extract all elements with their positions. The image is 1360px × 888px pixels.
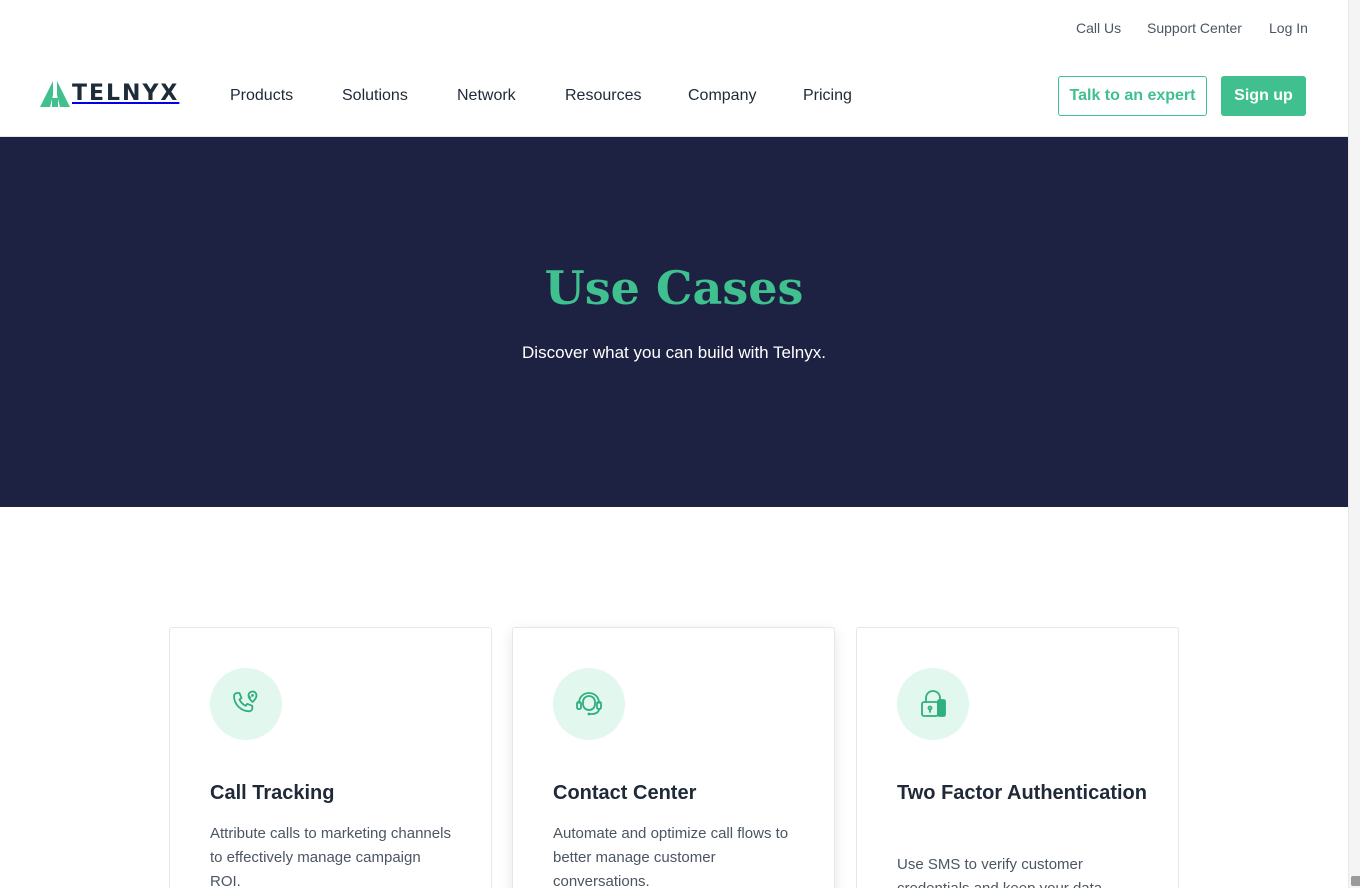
nav-solutions[interactable]: Solutions — [342, 87, 408, 105]
nav-resources[interactable]: Resources — [565, 87, 641, 105]
main-header: TELNYX Products Solutions Network Resour… — [0, 56, 1348, 137]
card-title: Contact Center — [553, 782, 697, 804]
scrollbar-thumb[interactable] — [1351, 876, 1360, 886]
nav-company[interactable]: Company — [688, 87, 756, 105]
card-description: Automate and optimize call flows to bett… — [553, 825, 789, 888]
log-in-link[interactable]: Log In — [1269, 20, 1308, 36]
hero-subtitle: Discover what you can build with Telnyx. — [522, 343, 826, 362]
telnyx-logo[interactable]: TELNYX — [40, 80, 179, 108]
headset-agent-icon — [553, 668, 625, 740]
use-case-card-contact-center[interactable]: Contact Center Automate and optimize cal… — [512, 627, 835, 888]
sign-up-button[interactable]: Sign up — [1221, 76, 1306, 116]
card-title: Two Factor Authentication — [897, 782, 1147, 804]
card-description: Use SMS to verify customer credentials a… — [897, 856, 1102, 888]
padlock-phone-icon — [897, 668, 969, 740]
nav-products[interactable]: Products — [230, 87, 293, 105]
logo-text: TELNYX — [72, 81, 180, 106]
hero-section: Use Cases Discover what you can build wi… — [0, 137, 1348, 507]
card-title: Call Tracking — [210, 782, 335, 804]
page: Call Us Support Center Log In TELNYX Pro… — [0, 0, 1348, 888]
support-center-link[interactable]: Support Center — [1147, 20, 1242, 36]
utility-bar: Call Us Support Center Log In — [0, 0, 1348, 56]
nav-network[interactable]: Network — [457, 87, 516, 105]
nav-pricing[interactable]: Pricing — [803, 87, 852, 105]
vertical-scrollbar[interactable] — [1348, 0, 1360, 888]
call-us-link[interactable]: Call Us — [1076, 20, 1121, 36]
talk-to-expert-button[interactable]: Talk to an expert — [1058, 76, 1207, 116]
phone-location-icon — [210, 668, 282, 740]
telnyx-logo-icon — [40, 81, 70, 107]
card-description: Attribute calls to marketing channels to… — [210, 825, 451, 888]
hero-title: Use Cases — [544, 261, 804, 315]
use-case-card-two-factor[interactable]: Two Factor Authentication Use SMS to ver… — [856, 627, 1179, 888]
use-case-card-call-tracking[interactable]: Call Tracking Attribute calls to marketi… — [169, 627, 492, 888]
